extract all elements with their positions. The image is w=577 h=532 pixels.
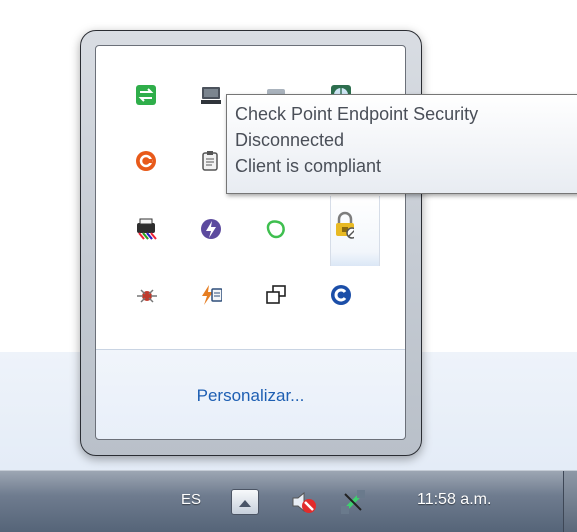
red-bug-icon[interactable] <box>135 284 157 306</box>
blue-c-icon[interactable] <box>330 284 352 306</box>
sync-icon[interactable] <box>135 84 157 106</box>
panel-divider <box>96 349 405 350</box>
window-copies-icon[interactable] <box>265 284 287 306</box>
tooltip-status: Disconnected <box>235 130 345 150</box>
show-desktop-button[interactable] <box>563 471 577 532</box>
lock-icon[interactable] <box>332 211 354 239</box>
customize-link[interactable]: Personalizar... <box>96 386 405 406</box>
clipboard-icon[interactable] <box>200 150 222 172</box>
tray-tooltip: Check Point Endpoint Security Disconnect… <box>226 94 577 194</box>
green-blob-icon[interactable] <box>265 218 287 240</box>
show-hidden-icons-button[interactable] <box>231 489 259 515</box>
printer-colors-icon[interactable] <box>135 218 157 240</box>
language-indicator[interactable]: ES <box>181 491 201 508</box>
tooltip-compliance: Client is compliant <box>235 156 382 176</box>
clock[interactable]: 11:58 a.m. <box>417 491 491 509</box>
purple-bolt-icon[interactable] <box>200 218 222 240</box>
volume-muted-icon[interactable] <box>289 487 319 517</box>
lightning-note-icon[interactable] <box>200 284 222 306</box>
chevron-up-icon <box>238 493 252 512</box>
tooltip-title: Check Point Endpoint Security <box>235 104 479 124</box>
computer-icon[interactable] <box>200 84 222 106</box>
orange-swirl-icon[interactable] <box>135 150 157 172</box>
network-disconnected-icon[interactable] <box>338 487 368 517</box>
taskbar: ES 11:58 a.m. <box>0 470 577 532</box>
